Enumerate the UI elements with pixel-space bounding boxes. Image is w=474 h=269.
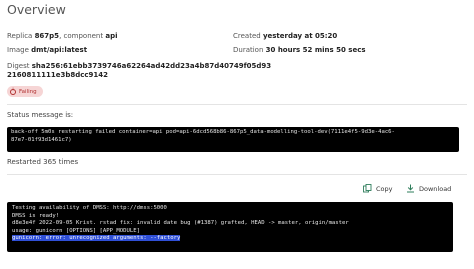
divider	[7, 104, 467, 105]
log-line: d8e3e4f 2022-09-05 Krist. rstad fix: inv…	[12, 220, 349, 227]
replica-value: 867p5	[34, 32, 60, 40]
image-info: Image dmt/api:latest	[7, 46, 87, 55]
status-message-box: back-off 5m0s restarting failed containe…	[7, 127, 459, 152]
copy-icon	[363, 184, 372, 193]
log-line: usage: gunicorn [OPTIONS] [APP_MODULE]	[12, 227, 140, 234]
status-message-label: Status message is:	[7, 111, 74, 119]
digest-info-cont: 2160811111e3b8dcc9142	[7, 71, 108, 80]
divider	[7, 174, 467, 175]
status-badge-label: Failing	[19, 88, 37, 95]
duration-label: Duration	[233, 46, 264, 54]
page-title: Overview	[7, 2, 66, 17]
download-button[interactable]: Download	[406, 184, 451, 193]
error-icon: !	[10, 88, 16, 95]
created-value: yesterday at 05:20	[262, 32, 338, 40]
replica-label: Replica	[7, 32, 33, 40]
status-message-line: back-off 5m0s restarting failed containe…	[11, 129, 395, 135]
component-label: component	[63, 32, 104, 40]
duration-info: Duration 30 hours 52 mins 50 secs	[233, 46, 366, 55]
digest-value-line1: sha256:61ebb3739746a62264ad42dd23a4b87d4…	[31, 62, 272, 70]
replica-info: Replica 867p5, component api	[7, 32, 118, 40]
duration-value: 30 hours 52 mins 50 secs	[265, 46, 366, 54]
copy-button[interactable]: Copy	[363, 184, 393, 193]
image-label: Image	[7, 46, 29, 54]
status-badge: ! Failing	[7, 86, 43, 97]
created-info: Created yesterday at 05:20	[233, 32, 337, 41]
log-line: Testing availability of DMSS: http://dms…	[12, 205, 167, 211]
digest-label: Digest	[7, 62, 30, 70]
download-label: Download	[419, 184, 452, 193]
digest-value-line2: 2160811111e3b8dcc9142	[7, 71, 108, 79]
copy-label: Copy	[376, 184, 393, 193]
created-label: Created	[233, 32, 261, 40]
log-line-selected: gunicorn: error: unrecognized arguments:…	[12, 235, 181, 242]
log-line: DMSS is ready!	[12, 212, 60, 219]
download-icon	[407, 184, 414, 193]
restart-count: Restarted 365 times	[7, 158, 79, 166]
component-value: api	[105, 32, 118, 40]
log-output[interactable]: Testing availability of DMSS: http://dms…	[7, 202, 453, 252]
digest-info: Digest sha256:61ebb3739746a62264ad42dd23…	[7, 62, 271, 71]
image-value: dmt/api:latest	[31, 46, 88, 54]
status-message-line: 87e7-01f93d1461c7)	[11, 136, 72, 143]
